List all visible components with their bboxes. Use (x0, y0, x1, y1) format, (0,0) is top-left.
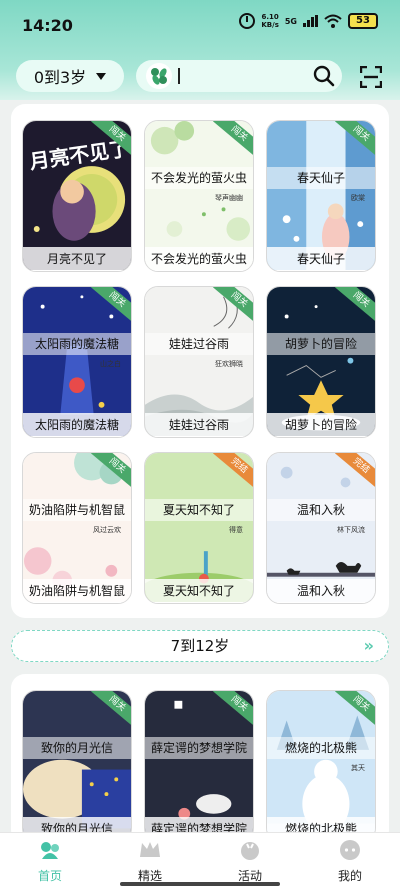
book-author: 风过云欢 (93, 526, 121, 534)
book-author: 琴声幽幽 (215, 194, 243, 202)
book-grid: 闯关 致你的月光信 致你的月光信 闯关 薛定谔的梦想学院 薛定谔的梦想学院 闯关… (22, 690, 376, 842)
book-cover-title: 燃烧的北极熊 (267, 737, 375, 759)
search-icon[interactable] (312, 64, 336, 88)
book-card[interactable]: 闯关 娃娃过谷雨 狂欢狮晓 娃娃过谷雨 (144, 286, 254, 438)
home-indicator (120, 882, 280, 886)
book-title-label: 夏天知不知了 (145, 579, 253, 603)
book-author: 狂欢狮晓 (215, 360, 243, 368)
network-type: 5G (284, 16, 297, 26)
book-cover-title: 奶油陷阱与机智鼠 (23, 499, 131, 521)
book-author: 欧棠 (351, 194, 365, 202)
book-card[interactable]: 闯关 太阳雨的魔法糖 山之白 太阳雨的魔法糖 (22, 286, 132, 438)
activity-icon (241, 842, 259, 860)
bottom-navigation: 首页 精选 活动 我的 (0, 832, 400, 889)
book-cover-title: 温和入秋 (267, 499, 375, 521)
age-dropdown-value: 0到3岁 (33, 68, 87, 87)
nav-label: 我的 (337, 869, 362, 883)
book-cover-title: 太阳雨的魔法糖 (23, 333, 131, 355)
book-grid: 月亮不见了 闯关 月亮不见了 闯关 不会发光的萤火虫 琴声幽幽 不会发光的萤火虫 (22, 120, 376, 604)
book-cover-title: 致你的月光信 (23, 737, 131, 759)
book-card[interactable]: 闯关 致你的月光信 致你的月光信 (22, 690, 132, 842)
age-group-title: 7到12岁 (170, 637, 230, 655)
home-icon (41, 842, 59, 859)
book-author: 山之白 (100, 360, 121, 368)
book-card[interactable]: 闯关 奶油陷阱与机智鼠 风过云欢 奶油陷阱与机智鼠 (22, 452, 132, 604)
battery-icon: 53 (348, 13, 378, 29)
age-dropdown[interactable]: 0到3岁 (16, 60, 124, 92)
signal-icon (303, 15, 318, 27)
crown-icon (140, 842, 160, 857)
search-input[interactable] (180, 68, 312, 84)
network-speed-unit: KB/s (261, 21, 279, 29)
wifi-icon (324, 14, 342, 28)
network-speed-value: 6.10 (261, 13, 279, 21)
nav-label: 首页 (37, 869, 62, 883)
search-bar[interactable] (136, 60, 342, 92)
double-chevron-right-icon[interactable]: » (364, 631, 374, 661)
age-group-header-7-12[interactable]: 7到12岁 » (11, 630, 389, 662)
nav-profile[interactable]: 我的 (300, 833, 400, 889)
book-cover-title: 春天仙子 (267, 167, 375, 189)
nav-activity[interactable]: 活动 (200, 833, 300, 889)
book-title-label: 胡萝卜的冒险 (267, 413, 375, 437)
book-panel-7-12: 闯关 致你的月光信 致你的月光信 闯关 薛定谔的梦想学院 薛定谔的梦想学院 闯关… (11, 674, 389, 844)
book-cover-title: 胡萝卜的冒险 (267, 333, 375, 355)
book-author: 林下风流 (337, 526, 365, 534)
book-author: 其天 (351, 764, 365, 772)
dropdown-arrow-icon (96, 72, 107, 80)
book-cover-title: 薛定谔的梦想学院 (145, 737, 253, 759)
book-card[interactable]: 闯关 不会发光的萤火虫 琴声幽幽 不会发光的萤火虫 (144, 120, 254, 272)
book-card[interactable]: 闯关 燃烧的北极熊 其天 燃烧的北极熊 (266, 690, 376, 842)
book-card[interactable]: 月亮不见了 闯关 月亮不见了 (22, 120, 132, 272)
network-speed: 6.10 KB/s (261, 13, 278, 29)
book-card[interactable]: 完结 夏天知不知了 得意 夏天知不知了 (144, 452, 254, 604)
book-author: 得意 (229, 526, 243, 534)
book-title-label: 不会发光的萤火虫 (145, 247, 253, 271)
book-cover-title: 不会发光的萤火虫 (145, 167, 253, 189)
book-cover-title: 夏天知不知了 (145, 499, 253, 521)
book-title-label: 春天仙子 (267, 247, 375, 271)
book-panel-0-3: 月亮不见了 闯关 月亮不见了 闯关 不会发光的萤火虫 琴声幽幽 不会发光的萤火虫 (11, 104, 389, 618)
book-card[interactable]: 闯关 薛定谔的梦想学院 薛定谔的梦想学院 (144, 690, 254, 842)
book-title-label: 月亮不见了 (23, 247, 131, 271)
book-title-label: 温和入秋 (267, 579, 375, 603)
nav-home[interactable]: 首页 (0, 833, 100, 889)
book-title-label: 娃娃过谷雨 (145, 413, 253, 437)
scan-icon[interactable] (360, 66, 382, 88)
status-bar: 14:20 6.10 KB/s 5G 53 (0, 0, 400, 48)
book-card[interactable]: 闯关 胡萝卜的冒险 胡萝卜的冒险 (266, 286, 376, 438)
status-time: 14:20 (22, 16, 73, 35)
leaf-icon (146, 63, 172, 89)
book-title-label: 太阳雨的魔法糖 (23, 413, 131, 437)
profile-icon (340, 840, 360, 860)
book-card[interactable]: 闯关 春天仙子 欧棠 春天仙子 (266, 120, 376, 272)
book-card[interactable]: 完结 温和入秋 林下风流 温和入秋 (266, 452, 376, 604)
nav-featured[interactable]: 精选 (100, 833, 200, 889)
alarm-icon (239, 13, 256, 29)
book-title-label: 奶油陷阱与机智鼠 (23, 579, 131, 603)
book-cover-title: 娃娃过谷雨 (145, 333, 253, 355)
